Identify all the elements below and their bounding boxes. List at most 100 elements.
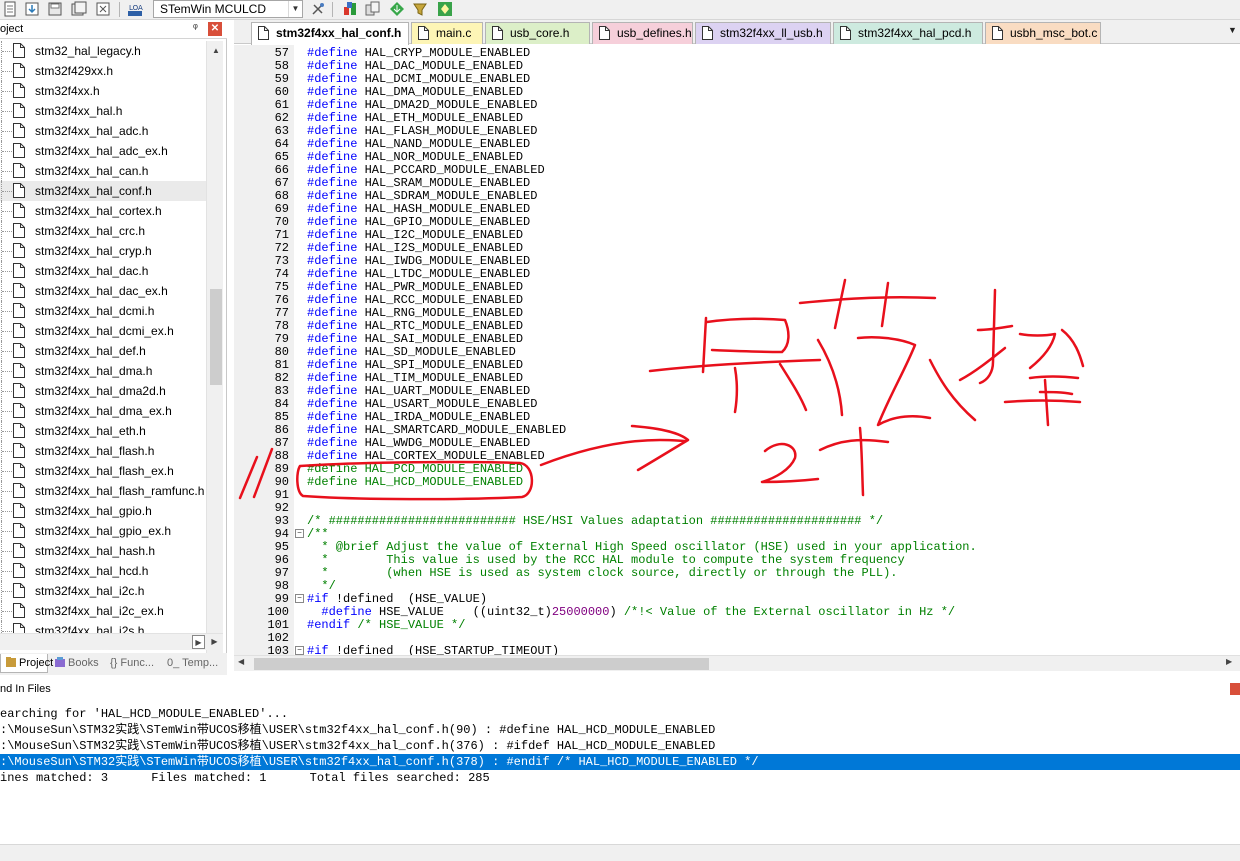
file-tree-item[interactable]: stm32f4xx_hal_gpio.h xyxy=(0,501,206,521)
code-token: #define xyxy=(307,345,365,359)
editor-tab[interactable]: stm32f4xx_hal_pcd.h xyxy=(833,22,983,44)
fold-toggle-icon[interactable]: − xyxy=(295,594,304,603)
code-token: HAL_CORTEX_MODULE_ENABLED xyxy=(364,449,545,463)
file-tree-item[interactable]: stm32f4xx_hal_hash.h xyxy=(0,541,206,561)
scroll-right-icon[interactable]: ▶ xyxy=(192,635,205,649)
code-editor[interactable]: 57 #define HAL_CRYP_MODULE_ENABLED 58 #defi… xyxy=(234,45,1240,655)
code-token: !defined (HSE_VALUE) xyxy=(335,592,488,606)
editor-tab[interactable]: stm32f4xx_ll_usb.h xyxy=(695,22,831,44)
file-tree-item[interactable]: stm32f4xx_hal_hcd.h xyxy=(0,561,206,581)
file-icon xyxy=(13,63,25,78)
file-tree-item[interactable]: stm32_hal_legacy.h xyxy=(0,41,206,61)
file-tree-item[interactable]: stm32f4xx_hal_dcmi.h xyxy=(0,301,206,321)
toolbar-separator xyxy=(332,2,333,17)
save-all-icon[interactable] xyxy=(71,1,87,17)
file-extensions-icon[interactable] xyxy=(365,1,381,17)
file-tree-item[interactable]: stm32f4xx_hal_dma_ex.h xyxy=(0,401,206,421)
tab-list-dropdown-icon[interactable]: ▼ xyxy=(1228,25,1237,35)
file-tree-item[interactable]: stm32f4xx_hal_can.h xyxy=(0,161,206,181)
find-result-line[interactable]: :\MouseSun\STM32实践\STemWin带UCOS移植\USER\s… xyxy=(0,754,1240,770)
tree-connector xyxy=(2,611,12,612)
code-token: #define xyxy=(307,215,365,229)
save-icon[interactable] xyxy=(47,1,63,17)
tree-connector xyxy=(2,331,12,332)
scrollbar-thumb[interactable] xyxy=(210,289,222,385)
file-tree-item-label: stm32f4xx_hal_flash_ramfunc.h xyxy=(35,484,205,498)
find-result-line: earching for 'HAL_HCD_MODULE_ENABLED'... xyxy=(0,707,289,721)
close-file-icon[interactable] xyxy=(95,1,111,17)
tree-connector xyxy=(2,471,12,472)
download-icon[interactable]: LOAD xyxy=(127,1,143,17)
file-tree-horizontal-scrollbar[interactable]: ▶ ▶ xyxy=(0,633,223,650)
new-file-icon[interactable] xyxy=(2,1,18,17)
file-icon xyxy=(13,563,25,578)
file-tree-item[interactable]: stm32f4xx_hal_flash_ramfunc.h xyxy=(0,481,206,501)
select-software-packs-icon[interactable] xyxy=(437,1,453,17)
code-line[interactable]: 90 #define HAL_HCD_MODULE_ENABLED xyxy=(234,476,1240,489)
file-tree-item[interactable]: stm32f4xx_hal_def.h xyxy=(0,341,206,361)
file-tree-item[interactable]: stm32f4xx_hal_dma2d.h xyxy=(0,381,206,401)
file-icon xyxy=(13,143,25,158)
toolbar-separator xyxy=(119,2,120,17)
close-icon[interactable] xyxy=(1230,683,1240,695)
panel-tab[interactable]: Project xyxy=(0,654,53,673)
editor-tab[interactable]: usbh_msc_bot.c xyxy=(985,22,1101,44)
file-tree-vertical-scrollbar[interactable]: ▲ ▼ xyxy=(206,41,223,653)
panel-tab[interactable]: {} Func... xyxy=(106,654,161,673)
file-tree-item[interactable]: stm32f4xx_hal.h xyxy=(0,101,206,121)
scroll-right-icon[interactable]: ▶ xyxy=(1226,657,1232,666)
tree-connector xyxy=(2,571,12,572)
panel-tab[interactable]: Books xyxy=(50,654,104,673)
panel-tab[interactable]: 0_ Temp... xyxy=(163,654,223,673)
file-tree-item[interactable]: stm32f4xx_hal_dcmi_ex.h xyxy=(0,321,206,341)
file-tree-item[interactable]: stm32f4xx_hal_adc_ex.h xyxy=(0,141,206,161)
file-tree-item[interactable]: stm32f4xx_hal_dac_ex.h xyxy=(0,281,206,301)
file-icon xyxy=(13,103,25,118)
manage-components-icon[interactable] xyxy=(342,1,358,17)
scroll-right-icon[interactable]: ▶ xyxy=(208,635,221,649)
chevron-down-icon[interactable]: ▼ xyxy=(288,1,302,17)
editor-tab[interactable]: usb_core.h xyxy=(485,22,590,44)
file-tree-item[interactable]: stm32f429xx.h xyxy=(0,61,206,81)
editor-tab[interactable]: main.c xyxy=(411,22,483,44)
find-result-line[interactable]: :\MouseSun\STM32实践\STemWin带UCOS移植\USER\s… xyxy=(0,722,1240,738)
editor-horizontal-scrollbar[interactable]: ◀ ▶ xyxy=(234,655,1240,671)
code-token: HAL_NAND_MODULE_ENABLED xyxy=(364,137,531,151)
code-line[interactable]: 101 #endif /* HSE_VALUE */ xyxy=(234,619,1240,632)
file-tree-item[interactable]: stm32f4xx_hal_dma.h xyxy=(0,361,206,381)
file-tree-item[interactable]: stm32f4xx_hal_dac.h xyxy=(0,261,206,281)
scroll-left-icon[interactable]: ◀ xyxy=(238,657,244,666)
scroll-up-icon[interactable]: ▲ xyxy=(209,44,223,58)
scrollbar-thumb[interactable] xyxy=(254,658,709,670)
fold-toggle-icon[interactable]: − xyxy=(295,529,304,538)
file-tree-item[interactable]: stm32f4xx_hal_crc.h xyxy=(0,221,206,241)
file-tree-item-label: stm32f429xx.h xyxy=(35,64,114,78)
file-tree-item[interactable]: stm32f4xx.h xyxy=(0,81,206,101)
editor-tab[interactable]: usb_defines.h xyxy=(592,22,693,44)
code-token: HAL_SRAM_MODULE_ENABLED xyxy=(364,176,531,190)
code-line[interactable]: 97 * (when HSE is used as system clock s… xyxy=(234,567,1240,580)
file-tree-item[interactable]: stm32f4xx_hal_gpio_ex.h xyxy=(0,521,206,541)
code-line[interactable]: 93/* ########################## HSE/HSI … xyxy=(234,515,1240,528)
target-options-icon[interactable] xyxy=(310,1,326,17)
pin-icon[interactable]: ᵠ xyxy=(193,22,198,34)
file-tree-item[interactable]: stm32f4xx_hal_i2c.h xyxy=(0,581,206,601)
manage-run-time-icon[interactable] xyxy=(412,1,428,17)
file-tree-item[interactable]: stm32f4xx_hal_eth.h xyxy=(0,421,206,441)
close-icon[interactable]: ✕ xyxy=(208,22,222,36)
code-line[interactable]: 91 xyxy=(234,489,1240,502)
file-tree-item[interactable]: stm32f4xx_hal_cryp.h xyxy=(0,241,206,261)
fold-toggle-icon[interactable]: − xyxy=(295,646,304,655)
code-line[interactable]: 103− #if !defined (HSE_STARTUP_TIMEOUT) xyxy=(234,645,1240,655)
find-result-line[interactable]: :\MouseSun\STM32实践\STemWin带UCOS移植\USER\s… xyxy=(0,738,1240,754)
open-file-icon[interactable] xyxy=(24,1,40,17)
target-select[interactable]: STemWin MCULCD ▼ xyxy=(153,0,303,18)
file-tree-item[interactable]: stm32f4xx_hal_cortex.h xyxy=(0,201,206,221)
editor-tab[interactable]: stm32f4xx_hal_conf.h xyxy=(251,22,409,45)
file-tree-item[interactable]: stm32f4xx_hal_conf.h xyxy=(0,181,206,201)
pack-installer-icon[interactable] xyxy=(389,1,405,17)
file-tree-item[interactable]: stm32f4xx_hal_flash_ex.h xyxy=(0,461,206,481)
file-tree-item[interactable]: stm32f4xx_hal_flash.h xyxy=(0,441,206,461)
file-tree-item[interactable]: stm32f4xx_hal_i2c_ex.h xyxy=(0,601,206,621)
file-tree-item[interactable]: stm32f4xx_hal_adc.h xyxy=(0,121,206,141)
